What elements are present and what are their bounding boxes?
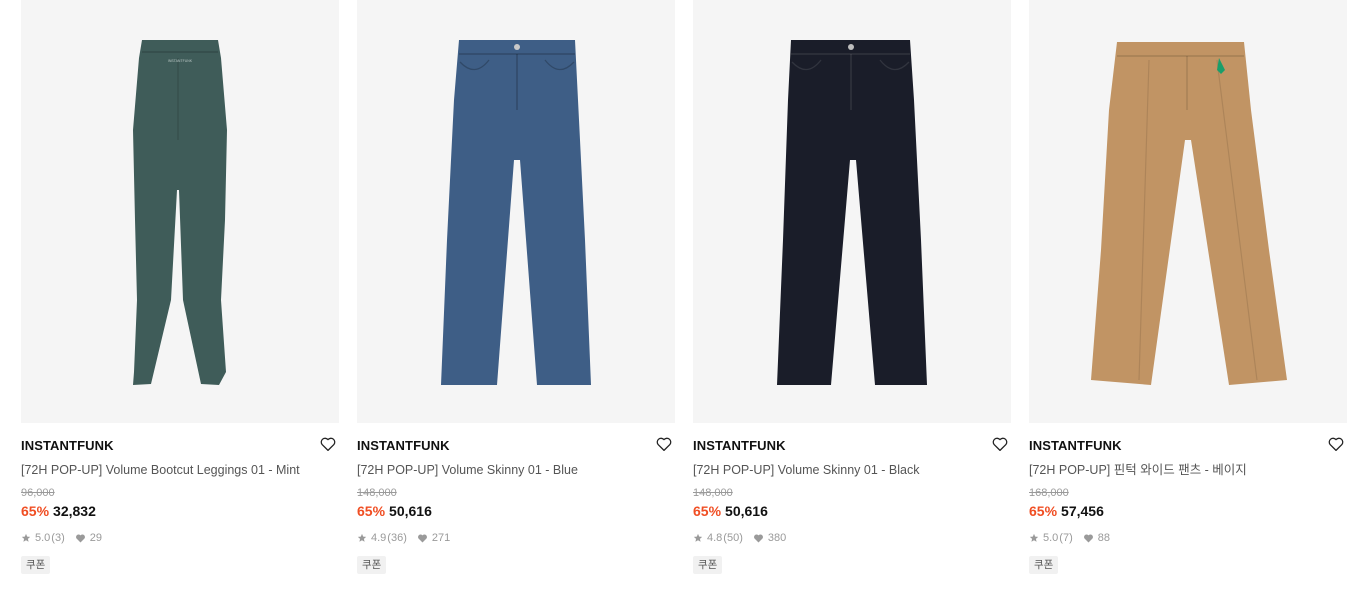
review-count: (7) [1059,532,1073,544]
like-count: 380 [767,532,787,544]
leggings-illustration: INSTANTFUNK [133,40,227,385]
jeans-shape [441,40,591,385]
star-icon [357,533,367,542]
sale-price: 50,616 [725,503,768,519]
product-name[interactable]: [72H POP-UP] 핀턱 와이드 팬츠 - 베이지 [1029,463,1347,477]
product-card[interactable]: INSTANTFUNK INSTANTFUNK [72H POP-UP] Vol… [21,0,339,574]
like-count: 29 [89,532,102,544]
heart-filled-icon [1083,534,1093,543]
rating-value: 4.9 [371,532,387,544]
brand-name[interactable]: INSTANTFUNK [693,439,1011,453]
product-image[interactable] [357,0,675,423]
discount-rate: 65% [693,503,722,519]
svg-text:INSTANTFUNK: INSTANTFUNK [168,59,193,63]
heart-outline-icon[interactable] [991,435,1009,453]
price-row: 65% 57,456 [1029,503,1347,519]
heart-outline-icon[interactable] [655,435,673,453]
heart-filled-icon [75,534,85,543]
product-stats: 4.8 (50) 380 [693,532,1011,544]
coupon-badge: 쿠폰 [1029,556,1059,574]
heart-outline-icon[interactable] [1327,435,1345,453]
star-icon [1029,533,1039,542]
jeans-shape [777,40,927,385]
wide-pants-illustration [1091,42,1287,385]
product-stats: 5.0 (3) 29 [21,532,339,544]
brand-name[interactable]: INSTANTFUNK [357,439,675,453]
leggings-shape [133,40,227,385]
product-card[interactable]: INSTANTFUNK [72H POP-UP] 핀턱 와이드 팬츠 - 베이지… [1029,0,1347,574]
product-card[interactable]: INSTANTFUNK [72H POP-UP] Volume Skinny 0… [357,0,675,574]
discount-rate: 65% [21,503,50,519]
product-name[interactable]: [72H POP-UP] Volume Skinny 01 - Black [693,463,1011,477]
product-image[interactable] [1029,0,1347,423]
wide-pants-shape [1091,42,1287,385]
heart-filled-icon [753,534,763,543]
discount-rate: 65% [1029,503,1058,519]
sale-price: 57,456 [1061,503,1104,519]
rating-value: 5.0 [1043,532,1059,544]
review-count: (36) [387,532,407,544]
product-image[interactable]: INSTANTFUNK [21,0,339,423]
product-card[interactable]: INSTANTFUNK [72H POP-UP] Volume Skinny 0… [693,0,1011,574]
price-row: 65% 50,616 [357,503,675,519]
sale-price: 50,616 [389,503,432,519]
product-name[interactable]: [72H POP-UP] Volume Skinny 01 - Blue [357,463,675,477]
original-price: 96,000 [21,487,55,499]
brand-name[interactable]: INSTANTFUNK [1029,439,1347,453]
brand-name[interactable]: INSTANTFUNK [21,439,339,453]
original-price: 148,000 [693,487,733,499]
coupon-badge: 쿠폰 [693,556,723,574]
price-row: 65% 50,616 [693,503,1011,519]
sale-price: 32,832 [53,503,96,519]
like-count: 271 [431,532,451,544]
product-grid: INSTANTFUNK INSTANTFUNK [72H POP-UP] Vol… [21,0,1347,574]
review-count: (50) [723,532,743,544]
star-icon [693,533,703,542]
original-price: 168,000 [1029,487,1069,499]
price-row: 65% 32,832 [21,503,339,519]
product-image[interactable] [693,0,1011,423]
review-count: (3) [51,532,65,544]
heart-outline-icon[interactable] [319,435,337,453]
like-count: 88 [1097,532,1110,544]
coupon-badge: 쿠폰 [21,556,51,574]
rating-value: 4.8 [707,532,723,544]
product-stats: 4.9 (36) 271 [357,532,675,544]
discount-rate: 65% [357,503,386,519]
product-stats: 5.0 (7) 88 [1029,532,1347,544]
jeans-illustration [777,40,927,385]
rating-value: 5.0 [35,532,51,544]
star-icon [21,533,31,542]
heart-filled-icon [417,534,427,543]
coupon-badge: 쿠폰 [357,556,387,574]
jeans-illustration [441,40,591,385]
original-price: 148,000 [357,487,397,499]
product-name[interactable]: [72H POP-UP] Volume Bootcut Leggings 01 … [21,463,339,477]
